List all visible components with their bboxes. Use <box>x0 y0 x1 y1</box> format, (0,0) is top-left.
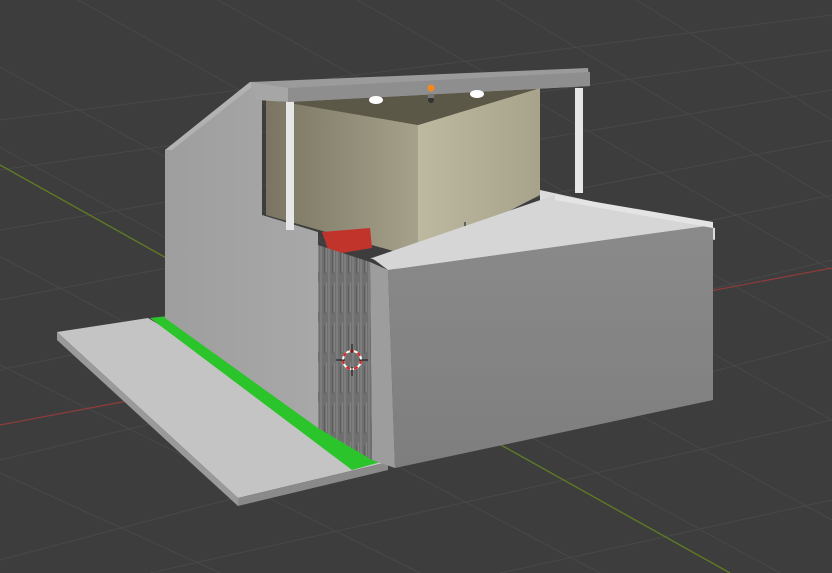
door[interactable] <box>318 245 372 460</box>
column-left[interactable] <box>286 100 294 230</box>
3d-scene[interactable] <box>0 0 832 573</box>
column-right[interactable] <box>575 88 583 193</box>
3d-viewport[interactable] <box>0 0 832 573</box>
